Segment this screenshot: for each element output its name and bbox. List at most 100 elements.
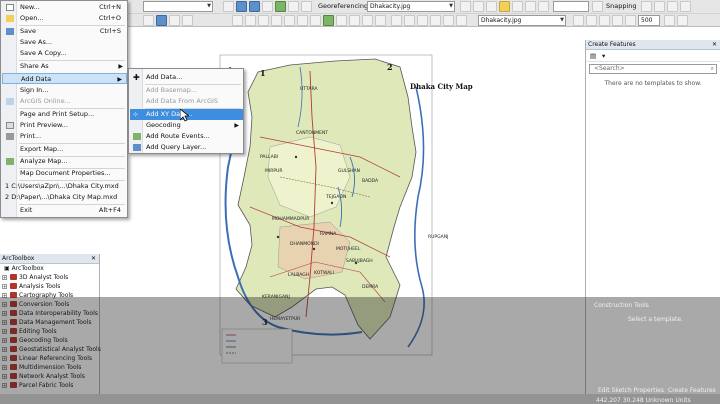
rectify-icon[interactable] — [525, 1, 536, 12]
menu-item-save[interactable]: Save Ctrl+S — [2, 26, 127, 37]
point-snap-icon[interactable] — [641, 1, 652, 12]
query-layer-icon — [133, 144, 141, 151]
zoom-out-icon[interactable] — [249, 1, 260, 12]
effects-layer-combo[interactable]: Dhakacity.jpg ▼ — [478, 15, 566, 26]
arctoolbox-header[interactable]: ArcToolbox ✕ — [0, 254, 99, 264]
template-search-input[interactable]: <Search> ⌕ — [589, 64, 717, 74]
place-label: MOHAMMADPUR — [272, 217, 310, 222]
menu-item-export-map[interactable]: Export Map... — [2, 144, 127, 155]
menu-item-share-as[interactable]: Share As ▶ — [2, 61, 127, 72]
menu-item-sign-in[interactable]: Sign In... — [2, 85, 127, 96]
close-icon[interactable]: ✕ — [712, 40, 717, 50]
view-link-icon[interactable] — [512, 1, 523, 12]
menu-item-exit[interactable]: Exit Alt+F4 — [2, 205, 127, 216]
flicker-icon[interactable] — [417, 15, 428, 26]
toolbox-item-3d-analyst[interactable]: +3D Analyst Tools — [0, 273, 99, 282]
add-control-points-icon[interactable] — [460, 1, 471, 12]
arctoolbox-icon[interactable] — [349, 15, 360, 26]
toolbox-item-analysis[interactable]: + Analysis Tools — [0, 282, 99, 291]
brightness-icon[interactable] — [443, 15, 454, 26]
menu-item-add-data[interactable]: Add Data ▶ — [2, 73, 127, 84]
expand-icon[interactable]: + — [2, 275, 7, 280]
create-features-tab[interactable]: Create Features — [668, 387, 716, 394]
menu-item-print-preview[interactable]: Print Preview... — [2, 120, 127, 131]
edge-snap-icon[interactable] — [680, 1, 691, 12]
full-extent-icon[interactable] — [275, 1, 286, 12]
snapping-menu[interactable]: Snapping — [606, 1, 637, 12]
scale-input[interactable] — [553, 1, 589, 12]
filter-icon[interactable]: ▾ — [602, 52, 605, 60]
menu-item-analyze-map[interactable]: Analyze Map... — [2, 156, 127, 167]
text-tool-icon[interactable] — [169, 15, 180, 26]
menu-item-save-a-copy[interactable]: Save A Copy... — [2, 48, 127, 59]
menu-item-add-data-dialog[interactable]: ✚ Add Data... — [130, 72, 243, 83]
chevron-down-icon: ▼ — [449, 3, 453, 9]
map-scale-combo[interactable]: ▼ — [143, 1, 213, 12]
pan-icon[interactable] — [262, 1, 273, 12]
arctoolbox-root[interactable]: ▣ ArcToolbox — [0, 264, 99, 273]
time-slider-icon[interactable] — [297, 15, 308, 26]
close-icon[interactable]: ✕ — [91, 254, 96, 264]
create-features-header[interactable]: Create Features ✕ — [586, 40, 720, 50]
submenu-arrow-icon: ▶ — [234, 122, 239, 129]
select-elements-icon[interactable] — [143, 15, 154, 26]
menu-item-label: Sign In... — [20, 86, 49, 94]
editor-icon[interactable] — [223, 1, 234, 12]
gamma-icon[interactable] — [612, 15, 623, 26]
snapping-toggle-icon[interactable] — [592, 1, 603, 12]
rotate-icon[interactable] — [473, 1, 484, 12]
zoom-level-input[interactable]: 500 — [638, 15, 660, 26]
zoom-icon[interactable] — [156, 15, 167, 26]
flicker-rate-icon[interactable] — [677, 15, 688, 26]
find-icon[interactable] — [271, 15, 282, 26]
vertex-snap-icon[interactable] — [667, 1, 678, 12]
menu-item-map-document-properties[interactable]: Map Document Properties... — [2, 168, 127, 179]
measure-icon[interactable] — [301, 1, 312, 12]
menu-item-recent-1[interactable]: 1 C:\Users\aZpn\...\Dhaka City.mxd — [2, 181, 127, 192]
menu-item-label: Add Data... — [146, 73, 183, 81]
place-label: BADDA — [362, 179, 379, 184]
python-icon[interactable] — [362, 15, 373, 26]
place-marker — [312, 247, 316, 251]
shift-icon[interactable] — [486, 1, 497, 12]
georeferencing-menu[interactable]: Georeferencing — [318, 1, 368, 12]
hyperlink-icon[interactable] — [258, 15, 269, 26]
menu-item-recent-2[interactable]: 2 D:\Paper\...\Dhaka City Map.mxd — [2, 192, 127, 203]
update-icon[interactable] — [538, 1, 549, 12]
menu-item-print[interactable]: Print... — [2, 131, 127, 142]
swipe-icon[interactable] — [404, 15, 415, 26]
clear-selection-icon[interactable] — [245, 15, 256, 26]
menu-item-new[interactable]: New... Ctrl+N — [2, 2, 127, 13]
identify-icon[interactable] — [288, 1, 299, 12]
draw-icon[interactable] — [182, 15, 193, 26]
zoom-in-icon[interactable] — [236, 1, 247, 12]
catalog-icon[interactable] — [323, 15, 334, 26]
effects-transparency-icon[interactable] — [599, 15, 610, 26]
modelbuilder-icon[interactable] — [375, 15, 386, 26]
html-popup-icon[interactable] — [310, 15, 321, 26]
place-label: MIRPUR — [265, 169, 283, 174]
contrast-icon[interactable] — [430, 15, 441, 26]
search-icon[interactable]: ⌕ — [711, 65, 714, 73]
menu-item-add-route-events[interactable]: Add Route Events... — [130, 131, 243, 142]
transparency-icon[interactable] — [456, 15, 467, 26]
menu-item-save-as[interactable]: Save As... — [2, 37, 127, 48]
end-snap-icon[interactable] — [654, 1, 665, 12]
select-features-icon[interactable] — [232, 15, 243, 26]
go-to-xy-icon[interactable] — [284, 15, 295, 26]
expand-icon[interactable]: + — [2, 284, 7, 289]
menu-item-page-print-setup[interactable]: Page and Print Setup... — [2, 109, 127, 120]
effects-brightness-icon[interactable] — [586, 15, 597, 26]
effects-icon[interactable] — [391, 15, 402, 26]
menu-item-open[interactable]: Open... Ctrl+O — [2, 13, 127, 24]
organize-templates-icon[interactable]: ▤ — [590, 52, 596, 60]
georef-layer-combo[interactable]: Dhakacity.jpg ▼ — [367, 1, 455, 12]
map-corner-1: 1 — [260, 68, 266, 78]
search-icon[interactable] — [336, 15, 347, 26]
link-table-icon[interactable] — [499, 1, 510, 12]
effects-contrast-icon[interactable] — [573, 15, 584, 26]
resample-icon[interactable] — [625, 15, 636, 26]
edit-sketch-properties-tab[interactable]: Edit Sketch Properties — [598, 387, 664, 394]
swipe-layer-icon[interactable] — [664, 15, 675, 26]
menu-item-add-query-layer[interactable]: Add Query Layer... — [130, 142, 243, 153]
